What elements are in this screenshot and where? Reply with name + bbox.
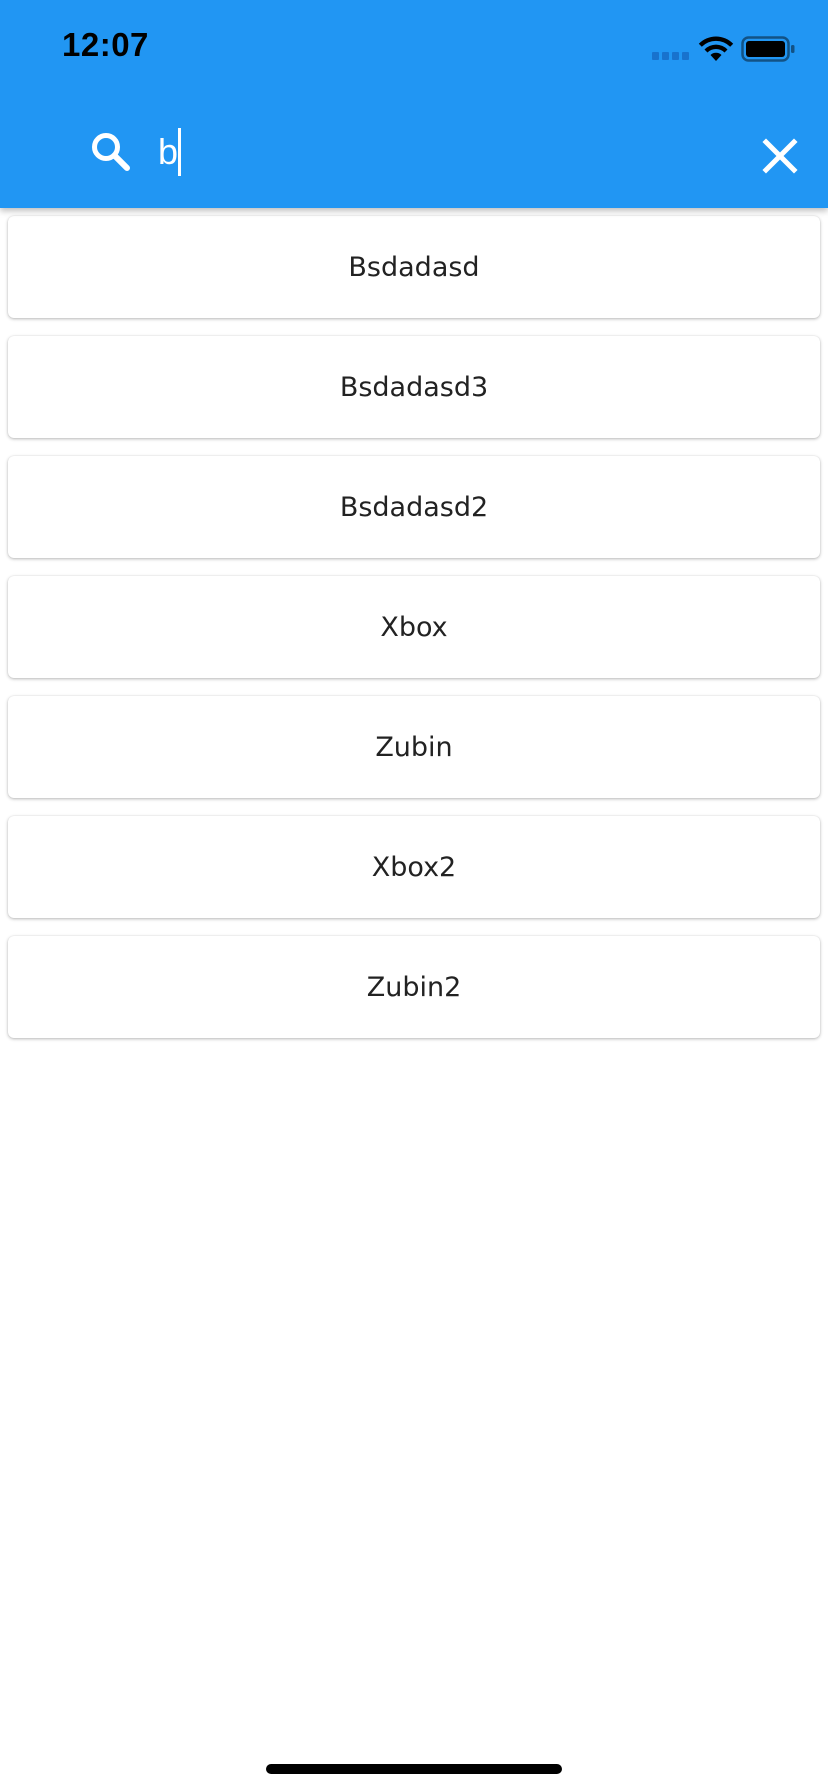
status-bar: 12:07 — [0, 0, 828, 100]
cellular-signal-icon — [652, 52, 692, 62]
close-icon[interactable] — [758, 134, 802, 178]
app-bar: 12:07 — [0, 0, 828, 208]
result-card[interactable]: Bsdadasd — [8, 216, 820, 318]
result-label: Bsdadasd — [348, 251, 480, 283]
result-label: Bsdadasd2 — [339, 491, 489, 523]
result-card[interactable]: Zubin2 — [8, 936, 820, 1038]
search-icon — [92, 133, 130, 171]
result-card[interactable]: Zubin — [8, 696, 820, 798]
result-label: Bsdadasd3 — [339, 371, 489, 403]
result-card[interactable]: Bsdadasd2 — [8, 456, 820, 558]
search-input[interactable] — [158, 124, 718, 180]
result-card[interactable]: Xbox2 — [8, 816, 820, 918]
result-card[interactable]: Bsdadasd3 — [8, 336, 820, 438]
wifi-icon — [698, 36, 734, 61]
battery-icon — [741, 36, 795, 62]
result-label: Xbox — [380, 611, 448, 643]
text-cursor — [178, 128, 181, 176]
home-indicator[interactable] — [266, 1764, 562, 1774]
result-card[interactable]: Xbox — [8, 576, 820, 678]
status-time: 12:07 — [62, 26, 149, 63]
search-bar — [0, 110, 828, 200]
result-label: Zubin — [375, 731, 453, 763]
result-label: Xbox2 — [371, 851, 457, 883]
result-label: Zubin2 — [366, 971, 462, 1003]
